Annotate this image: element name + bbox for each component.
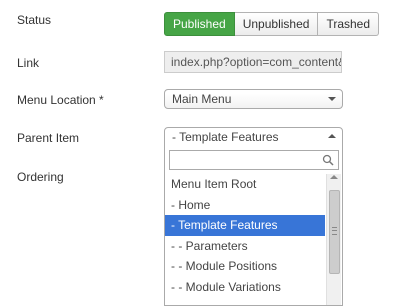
status-published-button[interactable]: Published <box>164 12 235 36</box>
parent-item-dropdown: Menu Item Root - Home - Template Feature… <box>164 146 343 306</box>
option-module-positions[interactable]: - - Module Positions <box>165 256 325 277</box>
link-label: Link <box>17 56 40 70</box>
menu-location-value: Main Menu <box>172 92 232 106</box>
parent-item-label: Parent Item <box>17 131 80 145</box>
ordering-label: Ordering <box>17 170 64 184</box>
grip-icon <box>332 227 337 235</box>
chevron-down-icon <box>328 97 336 101</box>
status-trashed-button[interactable]: Trashed <box>318 12 380 36</box>
status-label: Status <box>17 13 52 27</box>
link-field[interactable]: index.php?option=com_content&view=articl… <box>164 51 342 73</box>
scroll-up-arrow-icon[interactable] <box>330 175 338 179</box>
status-unpublished-button[interactable]: Unpublished <box>234 12 319 36</box>
parent-item-select[interactable]: - Template Features <box>164 127 343 147</box>
option-parameters[interactable]: - - Parameters <box>165 236 325 257</box>
dropdown-scrollbar[interactable] <box>326 174 341 305</box>
menu-location-label: Menu Location * <box>17 93 104 107</box>
scrollbar-thumb[interactable] <box>329 190 340 274</box>
search-icon <box>322 154 334 166</box>
status-button-group: Published Unpublished Trashed <box>164 12 380 36</box>
chevron-up-icon <box>328 134 336 138</box>
option-module-variations[interactable]: - - Module Variations <box>165 277 325 298</box>
menu-location-select[interactable]: Main Menu <box>164 89 343 109</box>
option-home[interactable]: - Home <box>165 195 325 216</box>
parent-item-search-input[interactable] <box>169 150 339 170</box>
parent-item-value: - Template Features <box>172 130 279 144</box>
option-template-features[interactable]: - Template Features <box>165 215 325 236</box>
option-menu-item-root[interactable]: Menu Item Root <box>165 174 325 195</box>
parent-item-options-list: Menu Item Root - Home - Template Feature… <box>165 174 325 297</box>
